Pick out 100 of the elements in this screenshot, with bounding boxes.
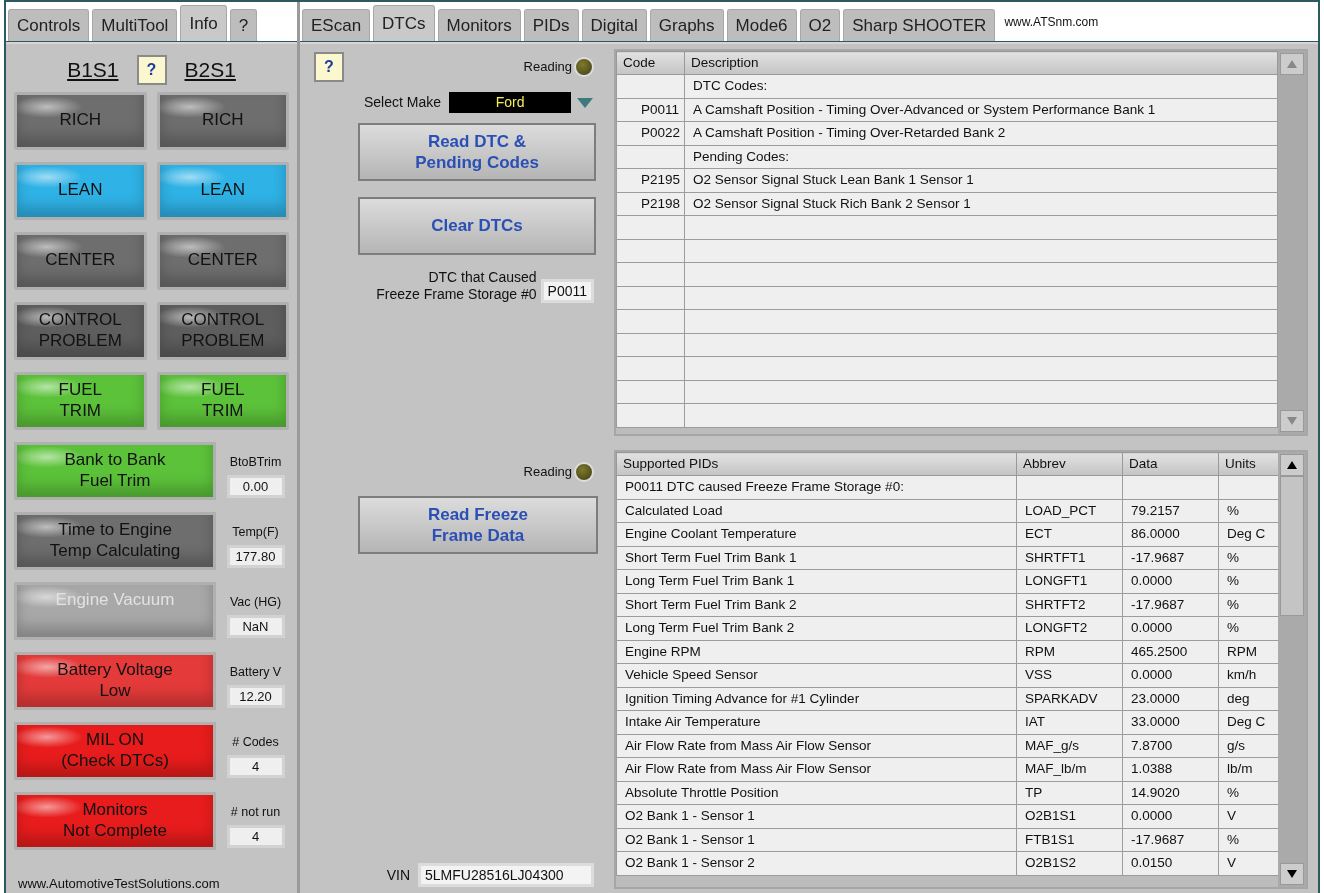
reading-label: Reading — [523, 58, 572, 77]
table-cell: 7.8700 — [1122, 734, 1219, 758]
status-indicator: CENTER — [156, 231, 289, 290]
table-cell: RPM — [1016, 640, 1123, 664]
table-cell: -17.9687 — [1122, 593, 1219, 617]
freeze-code-field[interactable]: P0011 — [540, 278, 594, 303]
tab[interactable]: PIDs — [523, 9, 579, 41]
make-label: Select Make — [364, 93, 442, 112]
table-cell: 0.0000 — [1122, 569, 1219, 593]
tab[interactable]: Graphs — [649, 9, 724, 41]
table-cell: FTB1S1 — [1016, 828, 1123, 852]
scrollbar-thumb[interactable] — [1280, 476, 1304, 616]
column-header[interactable]: Code — [616, 51, 685, 75]
table-cell: O2 Sensor Signal Stuck Rich Bank 2 Sensor 1 — [684, 192, 1278, 216]
up-triangle-icon — [1287, 461, 1297, 469]
status-indicator: CENTER — [14, 231, 147, 290]
table-cell: 465.2500 — [1122, 640, 1219, 664]
website-label: www.ATSnm.com — [1003, 13, 1100, 31]
table-cell: O2B1S2 — [1016, 851, 1123, 875]
table-cell: ECT — [1016, 522, 1123, 546]
read-freeze-frame-button[interactable]: Read Freeze Frame Data — [358, 496, 598, 554]
table-cell: Short Term Fuel Trim Bank 1 — [616, 546, 1017, 570]
status-indicator: MIL ON (Check DTCs) — [14, 721, 216, 780]
table-cell: Ignition Timing Advance for #1 Cylinder — [616, 687, 1017, 711]
table-cell: 79.2157 — [1122, 499, 1219, 523]
tab[interactable]: EScan — [302, 9, 371, 41]
column-header[interactable]: Abbrev — [1016, 452, 1123, 476]
tab[interactable]: O2 — [799, 9, 841, 41]
table-cell: O2B1S1 — [1016, 804, 1123, 828]
tab[interactable]: Sharp SHOOTER — [843, 9, 996, 41]
status-indicator: Engine Vacuum — [14, 581, 216, 640]
table-cell: O2 Bank 1 - Sensor 1 — [616, 828, 1017, 852]
table-cell: Long Term Fuel Trim Bank 2 — [616, 616, 1017, 640]
table-cell: 14.9020 — [1122, 781, 1219, 805]
table-cell: Air Flow Rate from Mass Air Flow Sensor — [616, 734, 1017, 758]
table-cell: A Camshaft Position - Timing Over-Retarded Bank 2 — [684, 121, 1278, 145]
table-cell: 0.0000 — [1122, 663, 1219, 687]
tab[interactable]: Info — [180, 5, 227, 41]
column-header[interactable]: Data — [1122, 452, 1219, 476]
down-triangle-icon — [1287, 417, 1297, 425]
status-indicator: Bank to Bank Fuel Trim — [14, 441, 216, 500]
table-cell: Absolute Throttle Position — [616, 781, 1017, 805]
value-label: Battery V — [229, 663, 282, 681]
tab[interactable]: Controls — [8, 9, 90, 41]
scroll-down-button[interactable] — [1280, 863, 1304, 885]
status-indicator: RICH — [14, 91, 147, 150]
table-cell: 86.0000 — [1122, 522, 1219, 546]
tab[interactable]: MultiTool — [92, 9, 178, 41]
help-button[interactable]: ? — [136, 54, 167, 85]
table-cell: A Camshaft Position - Timing Over-Advanced or System Performance Bank 1 — [684, 98, 1278, 122]
status-indicator: CONTROL PROBLEM — [156, 301, 289, 360]
table-cell: 33.0000 — [1122, 710, 1219, 734]
table-cell: O2 Sensor Signal Stuck Lean Bank 1 Sensor 1 — [684, 168, 1278, 192]
table-cell: MAF_lb/m — [1016, 757, 1123, 781]
table-cell: P0011 — [616, 98, 685, 122]
tab[interactable]: ? — [229, 9, 258, 41]
table-cell: P2198 — [616, 192, 685, 216]
table-cell: VSS — [1016, 663, 1123, 687]
value-display: 4 — [226, 824, 285, 848]
table-cell: -17.9687 — [1122, 546, 1219, 570]
column-header[interactable]: Supported PIDs — [616, 452, 1017, 476]
table-cell: Pending Codes: — [684, 145, 1278, 169]
read-codes-button[interactable]: Read DTC & Pending Codes — [358, 123, 596, 181]
table-cell: SHRTFT2 — [1016, 593, 1123, 617]
value-display: 177.80 — [226, 544, 285, 568]
tab[interactable]: Mode6 — [726, 9, 797, 41]
tab[interactable]: DTCs — [373, 5, 435, 41]
tab[interactable]: Digital — [581, 9, 647, 41]
column-header[interactable]: Units — [1218, 452, 1278, 476]
status-indicator: FUEL TRIM — [14, 371, 147, 430]
table-cell: LONGFT2 — [1016, 616, 1123, 640]
table-cell: SPARKADV — [1016, 687, 1123, 711]
vin-field[interactable]: 5LMFU28516LJ04300 — [418, 863, 594, 887]
down-triangle-icon — [1287, 870, 1297, 878]
value-label: Temp(F) — [232, 523, 279, 541]
table-cell: P2195 — [616, 168, 685, 192]
table-cell: SHRTFT1 — [1016, 546, 1123, 570]
table-cell: Engine Coolant Temperature — [616, 522, 1017, 546]
value-label: # Codes — [232, 733, 279, 751]
status-indicator: RICH — [156, 91, 289, 150]
value-label: BtoBTrim — [229, 453, 282, 471]
dropdown-arrow-icon[interactable] — [577, 97, 594, 108]
table-cell: Engine RPM — [616, 640, 1017, 664]
table-cell: MAF_g/s — [1016, 734, 1123, 758]
tab[interactable]: Monitors — [437, 9, 521, 41]
table-cell: IAT — [1016, 710, 1123, 734]
value-display: NaN — [226, 614, 285, 638]
status-indicator: CONTROL PROBLEM — [14, 301, 147, 360]
table-cell: P0022 — [616, 121, 685, 145]
sensor-label: B1S1 — [67, 57, 119, 83]
freeze-frame-label: DTC that Caused Freeze Frame Storage #0 — [376, 269, 537, 303]
column-header[interactable]: Description — [684, 51, 1278, 75]
scroll-up-button[interactable] — [1280, 454, 1304, 476]
clear-codes-button[interactable]: Clear DTCs — [358, 197, 596, 255]
reading-label: Reading — [523, 463, 572, 482]
status-indicator: LEAN — [156, 161, 289, 220]
status-indicator: LEAN — [14, 161, 147, 220]
help-button[interactable]: ? — [314, 52, 344, 82]
table-cell: DTC Codes: — [684, 74, 1278, 98]
table-cell: Air Flow Rate from Mass Air Flow Sensor — [616, 757, 1017, 781]
